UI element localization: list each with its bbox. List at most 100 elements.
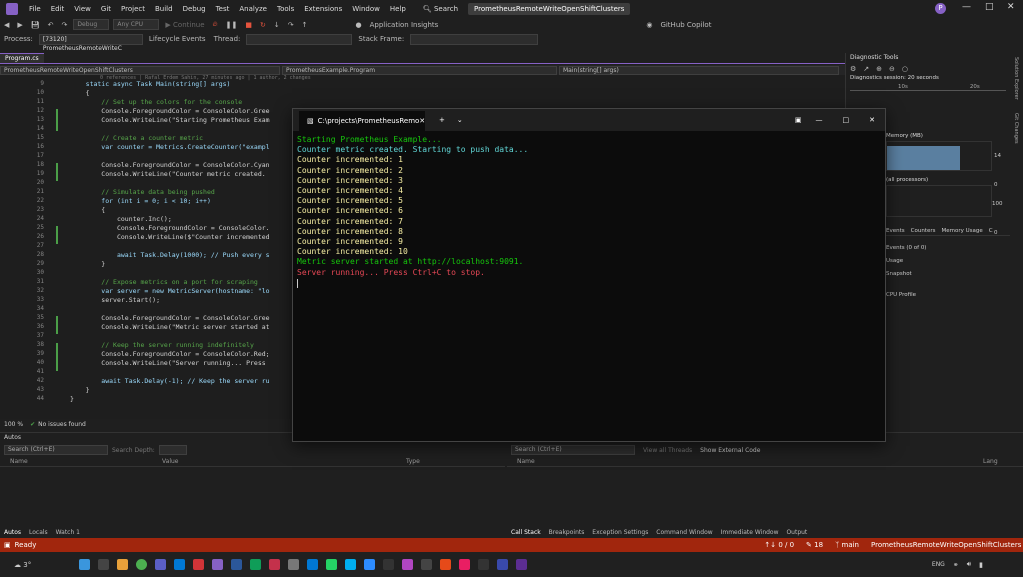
call-stack-search-input[interactable]: Search (Ctrl+E) bbox=[511, 445, 635, 455]
col-type[interactable]: Type bbox=[406, 457, 420, 467]
platform-dropdown[interactable]: Any CPU bbox=[113, 19, 160, 30]
hot-reload-icon[interactable]: 🔥︎ bbox=[209, 20, 222, 29]
tab-memory-usage[interactable]: Memory Usage bbox=[941, 228, 982, 234]
tab-counters[interactable]: Counters bbox=[911, 228, 936, 234]
error-count[interactable]: ↑↓ 0 / 0 bbox=[758, 541, 800, 549]
terminal-tab[interactable]: ▧ C:\projects\PrometheusRemo ✕ bbox=[299, 111, 425, 131]
battery-icon[interactable]: ▮ bbox=[979, 561, 983, 569]
issues-status[interactable]: No issues found bbox=[38, 421, 86, 428]
menu-window[interactable]: Window bbox=[347, 5, 385, 13]
show-external-code[interactable]: Show External Code bbox=[700, 447, 760, 454]
tab-watch-1[interactable]: Watch 1 bbox=[56, 529, 80, 536]
cpu-profile-link[interactable]: CPU Profile bbox=[886, 289, 1010, 302]
memory-chart[interactable] bbox=[886, 141, 992, 171]
branch-selector[interactable]: ᛉ main bbox=[829, 541, 865, 549]
col-value[interactable]: Value bbox=[162, 457, 406, 467]
pause-icon[interactable]: ❚❚ bbox=[222, 21, 242, 29]
settings-taskbar-icon[interactable] bbox=[288, 559, 300, 570]
tab-exception-settings[interactable]: Exception Settings bbox=[592, 529, 648, 536]
chevron-down-icon[interactable]: ⌄ bbox=[457, 116, 463, 124]
start-icon[interactable] bbox=[79, 559, 91, 570]
tab-program-cs[interactable]: Program.cs bbox=[0, 53, 44, 63]
acrobat-icon[interactable] bbox=[269, 559, 281, 570]
thread-dropdown[interactable] bbox=[246, 33, 353, 45]
method-dropdown[interactable]: Main(string[] args) bbox=[559, 65, 839, 75]
tab-immediate-window[interactable]: Immediate Window bbox=[721, 529, 779, 536]
col-lang[interactable]: Lang bbox=[983, 457, 998, 467]
language-indicator[interactable]: ENG bbox=[932, 561, 945, 568]
menu-edit[interactable]: Edit bbox=[46, 5, 70, 13]
save-icon[interactable]: 💾︎ bbox=[27, 21, 44, 29]
menu-view[interactable]: View bbox=[69, 5, 96, 13]
app-icon[interactable] bbox=[459, 559, 471, 570]
settings-icon[interactable]: ⚙ bbox=[850, 65, 856, 73]
chrome-icon[interactable] bbox=[136, 559, 148, 570]
vscode-icon[interactable] bbox=[307, 559, 319, 570]
export-icon[interactable]: ↗ bbox=[863, 65, 869, 73]
menu-project[interactable]: Project bbox=[116, 5, 150, 13]
new-tab-icon[interactable]: + bbox=[439, 116, 445, 124]
restart-icon[interactable]: ↻ bbox=[256, 21, 270, 29]
step-into-icon[interactable]: ↓ bbox=[270, 21, 284, 29]
reset-zoom-icon[interactable]: ○ bbox=[902, 65, 908, 73]
tab-command-window[interactable]: Command Window bbox=[656, 529, 712, 536]
step-over-icon[interactable]: ↷ bbox=[284, 21, 298, 29]
app-icon[interactable] bbox=[421, 559, 433, 570]
search-taskbar-icon[interactable] bbox=[98, 559, 110, 570]
config-dropdown[interactable]: Debug bbox=[73, 19, 110, 30]
view-all-threads[interactable]: View all Threads bbox=[643, 447, 692, 454]
menu-help[interactable]: Help bbox=[385, 5, 411, 13]
visual-studio-icon[interactable] bbox=[212, 559, 224, 570]
outlook-icon[interactable] bbox=[174, 559, 186, 570]
cpu-chart[interactable] bbox=[886, 185, 992, 217]
filezilla-icon[interactable] bbox=[440, 559, 452, 570]
file-explorer-icon[interactable] bbox=[117, 559, 129, 570]
col-name[interactable]: Name bbox=[507, 457, 983, 467]
git-changes-tab[interactable]: Git Changes bbox=[1013, 113, 1019, 144]
tab-output[interactable]: Output bbox=[786, 529, 807, 536]
teams-icon[interactable] bbox=[155, 559, 167, 570]
zoom-out-icon[interactable]: ⊖ bbox=[889, 65, 895, 73]
process-dropdown[interactable]: [73120] PrometheusRemoteWriteC bbox=[38, 33, 143, 52]
continue-button[interactable]: ▶ Continue bbox=[161, 21, 208, 29]
col-name[interactable]: Name bbox=[0, 457, 162, 467]
profile-avatar[interactable]: P bbox=[935, 3, 946, 14]
app-icon[interactable] bbox=[402, 559, 414, 570]
app-icon[interactable] bbox=[497, 559, 509, 570]
project-dropdown[interactable]: PrometheusRemoteWriteOpenShiftClusters bbox=[0, 65, 280, 75]
word-icon[interactable] bbox=[231, 559, 243, 570]
zoom-level[interactable]: 100 % bbox=[0, 421, 27, 428]
solution-explorer-tab[interactable]: Solution Explorer bbox=[1013, 57, 1019, 100]
menu-debug[interactable]: Debug bbox=[178, 5, 211, 13]
whatsapp-icon[interactable] bbox=[326, 559, 338, 570]
tab-autos[interactable]: Autos bbox=[4, 529, 21, 536]
lifecycle-events[interactable]: Lifecycle Events bbox=[145, 35, 210, 43]
terminal-taskbar-icon[interactable] bbox=[383, 559, 395, 570]
skype-icon[interactable] bbox=[345, 559, 357, 570]
tab-close-icon[interactable]: ✕ bbox=[419, 117, 425, 125]
memory-usage-link[interactable]: Usage bbox=[886, 255, 1010, 268]
volume-icon[interactable]: 🔊︎ bbox=[967, 560, 971, 569]
repository-selector[interactable]: PrometheusRemoteWriteOpenShiftClusters bbox=[865, 541, 1023, 549]
forward-icon[interactable]: ▶ bbox=[13, 21, 26, 29]
terminal-minimize-icon[interactable]: — bbox=[816, 116, 823, 124]
timeline-ruler[interactable]: 10s 20s bbox=[850, 83, 1006, 91]
stack-frame-dropdown[interactable] bbox=[410, 33, 539, 45]
zoom-in-icon[interactable]: ⊕ bbox=[876, 65, 882, 73]
terminal-window[interactable]: ▧ C:\projects\PrometheusRemo ✕ + ⌄ ▣ — □… bbox=[292, 108, 886, 442]
search-depth-dropdown[interactable] bbox=[158, 445, 187, 455]
tab-cpu[interactable]: C bbox=[989, 228, 993, 234]
tab-call-stack[interactable]: Call Stack bbox=[511, 529, 541, 536]
menu-git[interactable]: Git bbox=[96, 5, 116, 13]
terminal-maximize-icon[interactable]: □ bbox=[843, 116, 850, 124]
copilot-button[interactable]: GitHub Copilot bbox=[656, 21, 715, 29]
close-icon[interactable]: ✕ bbox=[1007, 2, 1015, 12]
terminal-close-icon[interactable]: ✕ bbox=[869, 116, 875, 124]
maximize-icon[interactable]: □ bbox=[985, 2, 994, 12]
tab-locals[interactable]: Locals bbox=[29, 529, 48, 536]
menu-extensions[interactable]: Extensions bbox=[299, 5, 347, 13]
menu-analyze[interactable]: Analyze bbox=[234, 5, 272, 13]
minimize-icon[interactable]: — bbox=[962, 2, 971, 12]
stop-icon[interactable]: ■ bbox=[241, 21, 256, 29]
undo-icon[interactable]: ↶ bbox=[44, 21, 58, 29]
